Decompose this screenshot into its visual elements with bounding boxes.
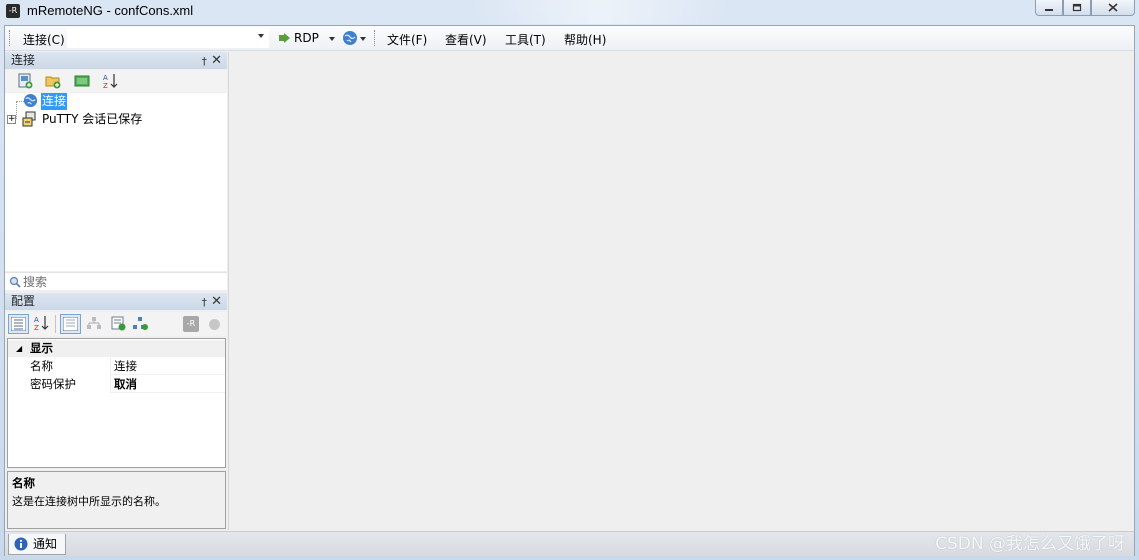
pin-icon[interactable]: † bbox=[202, 294, 208, 311]
watermark-text: CSDN @我怎么又饿了呀 bbox=[935, 534, 1125, 554]
globe-icon[interactable] bbox=[342, 30, 358, 46]
connections-tree: 连接 + PuTTY 会话已保存 bbox=[5, 93, 227, 271]
svg-text:Z: Z bbox=[103, 82, 108, 89]
config-panel-title: 配置 bbox=[11, 294, 36, 308]
toolbar-separator bbox=[55, 315, 56, 333]
menu-bar: 连接(C) RDP 文件(F) 查看(V) 工具(T) 帮助(H) bbox=[5, 26, 1134, 51]
toolbar-grip-2[interactable] bbox=[374, 30, 377, 46]
tree-item-label[interactable]: 连接 bbox=[41, 93, 68, 110]
svg-text:A: A bbox=[103, 74, 108, 82]
search-icon bbox=[9, 276, 21, 288]
toolbar-grip[interactable] bbox=[9, 30, 12, 46]
notifications-label: 通知 bbox=[33, 537, 58, 551]
property-grid: ◢ 显示 名称 连接 密码保护 取消 bbox=[7, 338, 226, 468]
svg-text:A: A bbox=[34, 316, 39, 324]
help-description: 这是在连接树中所显示的名称。 bbox=[12, 495, 166, 508]
app-window: -R mRemoteNG - confCons.xml 连接(C) RDP 文件… bbox=[0, 0, 1139, 560]
globe-icon bbox=[23, 93, 38, 108]
property-row-password[interactable]: 密码保护 取消 bbox=[8, 375, 225, 393]
left-dock-panel: 连接 † ✕ AZ 连接 + PuTTY 会话已保存 搜索 配置 † ✕ A Z… bbox=[5, 52, 227, 532]
sort-az-icon[interactable]: AZ bbox=[33, 315, 49, 331]
minimize-icon bbox=[1045, 8, 1053, 11]
connections-panel-title: 连接 bbox=[11, 53, 36, 67]
close-button[interactable] bbox=[1091, 0, 1135, 16]
close-panel-icon[interactable]: ✕ bbox=[211, 293, 222, 310]
property-row-name[interactable]: 名称 连接 bbox=[8, 357, 225, 375]
close-icon bbox=[1108, 3, 1118, 12]
menu-help[interactable]: 帮助(H) bbox=[564, 31, 606, 48]
properties-icon bbox=[63, 317, 78, 331]
property-help-box: 名称 这是在连接树中所显示的名称。 bbox=[7, 471, 226, 529]
menu-connections[interactable]: 连接(C) bbox=[23, 31, 65, 48]
globe-dropdown-icon[interactable] bbox=[360, 37, 366, 41]
properties-button[interactable] bbox=[60, 314, 81, 334]
quick-connect-input[interactable] bbox=[67, 28, 269, 48]
new-connection-icon[interactable] bbox=[17, 73, 33, 89]
property-category[interactable]: ◢ 显示 bbox=[8, 340, 225, 357]
menu-view[interactable]: 查看(V) bbox=[445, 31, 487, 48]
info-icon bbox=[14, 537, 28, 551]
protocol-selector[interactable]: RDP bbox=[294, 31, 319, 45]
tree-item-label[interactable]: PuTTY 会话已保存 bbox=[42, 111, 142, 128]
config-toolbar: AZ -R bbox=[5, 312, 227, 336]
category-label: 显示 bbox=[30, 341, 53, 355]
menu-tools[interactable]: 工具(T) bbox=[505, 31, 546, 48]
inheritance-icon[interactable] bbox=[86, 315, 102, 331]
tree-line bbox=[16, 101, 17, 119]
property-name: 密码保护 bbox=[8, 375, 111, 393]
connections-panel-header: 连接 † ✕ bbox=[5, 52, 227, 69]
status-dot-icon bbox=[209, 319, 220, 330]
window-title: mRemoteNG - confCons.xml bbox=[27, 3, 194, 18]
maximize-icon bbox=[1072, 3, 1082, 12]
config-panel-header: 配置 † ✕ bbox=[5, 293, 227, 310]
host-status-icon[interactable]: -R bbox=[183, 316, 199, 332]
minimize-button[interactable] bbox=[1035, 0, 1063, 16]
sort-az-icon[interactable]: AZ bbox=[102, 73, 118, 89]
menu-file[interactable]: 文件(F) bbox=[387, 31, 427, 48]
quick-connect-dropdown-icon[interactable] bbox=[258, 34, 264, 38]
connect-arrow-icon bbox=[279, 33, 290, 43]
main-content-area bbox=[228, 52, 1134, 530]
property-value[interactable]: 连接 bbox=[112, 357, 137, 375]
close-panel-icon[interactable]: ✕ bbox=[211, 52, 222, 69]
window-controls bbox=[1035, 0, 1135, 16]
connections-toolbar: AZ bbox=[5, 70, 227, 92]
expand-icon[interactable]: + bbox=[7, 115, 16, 124]
categorized-icon bbox=[11, 317, 26, 331]
default-properties-icon[interactable] bbox=[110, 315, 126, 331]
view-icon[interactable] bbox=[74, 73, 90, 89]
collapse-icon[interactable]: ◢ bbox=[16, 340, 22, 357]
putty-icon bbox=[22, 111, 36, 127]
new-folder-icon[interactable] bbox=[45, 73, 61, 89]
search-input[interactable]: 搜索 bbox=[23, 273, 47, 291]
property-value[interactable]: 取消 bbox=[112, 375, 137, 393]
svg-text:Z: Z bbox=[34, 324, 39, 331]
protocol-dropdown-icon[interactable] bbox=[329, 37, 335, 41]
maximize-button[interactable] bbox=[1063, 0, 1091, 16]
pin-icon[interactable]: † bbox=[202, 53, 208, 70]
title-bar: -R mRemoteNG - confCons.xml bbox=[0, 0, 1139, 24]
property-name: 名称 bbox=[8, 357, 111, 375]
main-client-area: 连接(C) RDP 文件(F) 查看(V) 工具(T) 帮助(H) 连接 † ✕ bbox=[4, 25, 1135, 556]
default-inheritance-icon[interactable] bbox=[132, 315, 148, 331]
search-bar[interactable]: 搜索 bbox=[5, 272, 227, 290]
categorized-button[interactable] bbox=[8, 314, 29, 334]
notifications-tab[interactable]: 通知 bbox=[8, 534, 66, 555]
app-logo-icon: -R bbox=[6, 4, 20, 18]
help-title: 名称 bbox=[12, 476, 35, 490]
